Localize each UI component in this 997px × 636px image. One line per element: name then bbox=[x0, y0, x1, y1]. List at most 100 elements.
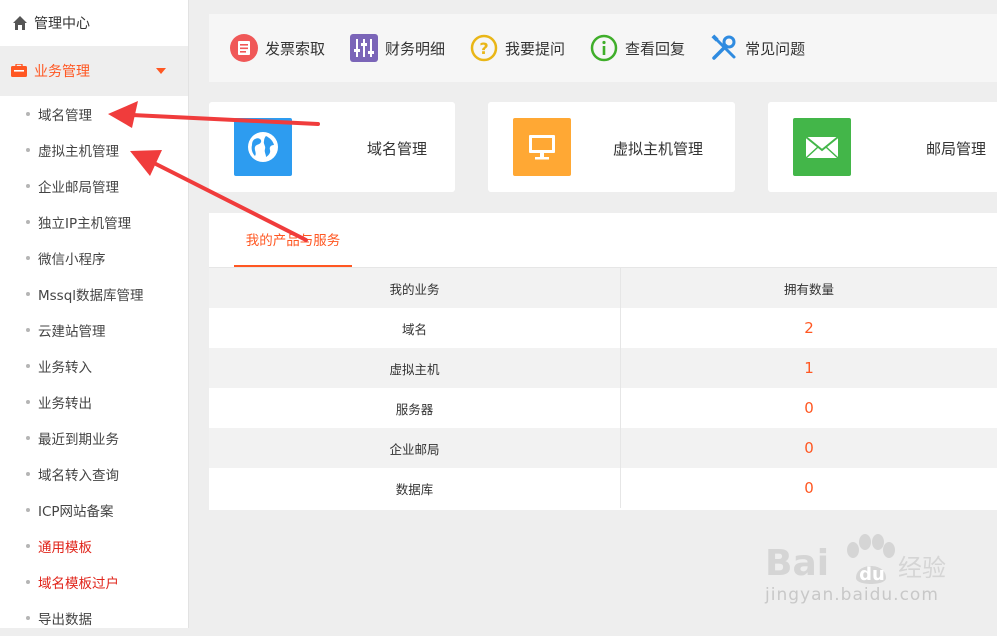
business-name-cell: 数据库 bbox=[209, 468, 621, 508]
sidebar-item-label: 业务转入 bbox=[38, 356, 92, 376]
tools-icon bbox=[709, 33, 739, 63]
business-name-cell: 企业邮局 bbox=[209, 428, 621, 468]
sidebar-item[interactable]: Mssql数据库管理 bbox=[0, 276, 188, 312]
table-row: 服务器0 bbox=[209, 388, 997, 428]
panel-tabs: 我的产品与服务 bbox=[209, 213, 997, 268]
card-label: 域名管理 bbox=[367, 138, 427, 159]
sidebar-item-label: 企业邮局管理 bbox=[38, 176, 119, 196]
sidebar-item[interactable]: 业务转入 bbox=[0, 348, 188, 384]
count-link[interactable]: 0 bbox=[621, 428, 997, 468]
sidebar-item-label: 通用模板 bbox=[38, 536, 92, 556]
sidebar-group-label: 业务管理 bbox=[34, 61, 90, 81]
bullet-dot-icon bbox=[26, 508, 30, 512]
count-link[interactable]: 0 bbox=[621, 388, 997, 428]
toolbar-label: 我要提问 bbox=[505, 38, 565, 59]
bullet-dot-icon bbox=[26, 436, 30, 440]
toolbar-view-reply[interactable]: 查看回复 bbox=[589, 33, 685, 63]
bullet-dot-icon bbox=[26, 148, 30, 152]
sidebar-item[interactable]: 业务转出 bbox=[0, 384, 188, 420]
sidebar-item[interactable]: 独立IP主机管理 bbox=[0, 204, 188, 240]
bullet-dot-icon bbox=[26, 616, 30, 620]
svg-text:?: ? bbox=[479, 39, 488, 58]
sidebar-item[interactable]: 域名管理 bbox=[0, 96, 188, 132]
count-link[interactable]: 1 bbox=[621, 348, 997, 388]
toolbar-label: 常见问题 bbox=[745, 38, 805, 59]
sidebar-item-label: 云建站管理 bbox=[38, 320, 106, 340]
sidebar: 管理中心 业务管理 域名管理虚拟主机管理企业邮局管理独立IP主机管理微信小程序 M… bbox=[0, 0, 189, 628]
toolbar-label: 财务明细 bbox=[385, 38, 445, 59]
question-icon: ? bbox=[469, 33, 499, 63]
watermark-url: jingyan.baidu.com bbox=[765, 585, 939, 605]
sidebar-item[interactable]: 最近到期业务 bbox=[0, 420, 188, 456]
briefcase-icon bbox=[10, 64, 28, 78]
bullet-dot-icon bbox=[26, 292, 30, 296]
card-domain[interactable]: 域名管理 bbox=[209, 102, 455, 192]
sidebar-item-label: 域名转入查询 bbox=[38, 464, 119, 484]
sidebar-item[interactable]: 导出数据 bbox=[0, 600, 188, 636]
sidebar-item-label: 微信小程序 bbox=[38, 248, 106, 268]
home-icon bbox=[12, 15, 28, 31]
sidebar-item[interactable]: 域名转入查询 bbox=[0, 456, 188, 492]
column-header-business: 我的业务 bbox=[209, 268, 621, 308]
sidebar-home-label: 管理中心 bbox=[34, 13, 90, 33]
count-link[interactable]: 2 bbox=[621, 308, 997, 348]
toolbar-invoice[interactable]: 发票索取 bbox=[229, 33, 325, 63]
bullet-dot-icon bbox=[26, 256, 30, 260]
bullet-dot-icon bbox=[26, 580, 30, 584]
tab-my-products[interactable]: 我的产品与服务 bbox=[234, 213, 352, 267]
svg-text:Bai: Bai bbox=[765, 543, 829, 584]
sidebar-item[interactable]: 虚拟主机管理 bbox=[0, 132, 188, 168]
finance-sliders-icon bbox=[349, 33, 379, 63]
toolbar-label: 查看回复 bbox=[625, 38, 685, 59]
sidebar-item-label: 域名模板过户 bbox=[38, 572, 119, 592]
products-panel: 我的产品与服务 我的业务 拥有数量 域名2虚拟主机1服务器0企业邮局0数据库0 bbox=[209, 213, 997, 510]
sidebar-item-label: 最近到期业务 bbox=[38, 428, 119, 448]
globe-icon bbox=[234, 118, 292, 176]
card-label: 虚拟主机管理 bbox=[613, 138, 703, 159]
sidebar-item[interactable]: 通用模板 bbox=[0, 528, 188, 564]
quick-toolbar: 发票索取 财务明细 ? 我要提问 查看回复 常见问题 bbox=[209, 14, 997, 82]
card-virtual-host[interactable]: 虚拟主机管理 bbox=[488, 102, 735, 192]
sidebar-item[interactable]: ICP网站备案 bbox=[0, 492, 188, 528]
table-header-row: 我的业务 拥有数量 bbox=[209, 268, 997, 308]
sidebar-item-label: ICP网站备案 bbox=[38, 500, 114, 520]
bullet-dot-icon bbox=[26, 364, 30, 368]
monitor-icon bbox=[513, 118, 571, 176]
sidebar-item[interactable]: 云建站管理 bbox=[0, 312, 188, 348]
sidebar-group-business[interactable]: 业务管理 bbox=[0, 46, 188, 96]
sidebar-item-label: 导出数据 bbox=[38, 608, 92, 628]
svg-text:du: du bbox=[859, 564, 885, 585]
toolbar-finance[interactable]: 财务明细 bbox=[349, 33, 445, 63]
bullet-dot-icon bbox=[26, 400, 30, 404]
bullet-dot-icon bbox=[26, 472, 30, 476]
bullet-dot-icon bbox=[26, 184, 30, 188]
table-row: 企业邮局0 bbox=[209, 428, 997, 468]
card-mail[interactable]: 邮局管理 bbox=[768, 102, 997, 192]
card-label: 邮局管理 bbox=[926, 138, 986, 159]
toolbar-label: 发票索取 bbox=[265, 38, 325, 59]
bullet-dot-icon bbox=[26, 328, 30, 332]
toolbar-question[interactable]: ? 我要提问 bbox=[469, 33, 565, 63]
bullet-dot-icon bbox=[26, 112, 30, 116]
service-cards: 域名管理 虚拟主机管理 邮局管理 bbox=[209, 102, 997, 192]
business-name-cell: 域名 bbox=[209, 308, 621, 348]
business-name-cell: 虚拟主机 bbox=[209, 348, 621, 388]
sidebar-item-label: Mssql数据库管理 bbox=[38, 284, 144, 304]
info-icon bbox=[589, 33, 619, 63]
column-header-count: 拥有数量 bbox=[621, 268, 997, 308]
table-row: 虚拟主机1 bbox=[209, 348, 997, 388]
sidebar-item-label: 独立IP主机管理 bbox=[38, 212, 131, 232]
sidebar-item[interactable]: 微信小程序 bbox=[0, 240, 188, 276]
invoice-icon bbox=[229, 33, 259, 63]
sidebar-item[interactable]: 域名模板过户 bbox=[0, 564, 188, 600]
sidebar-menu: 域名管理虚拟主机管理企业邮局管理独立IP主机管理微信小程序 Mssql数据库管理云… bbox=[0, 96, 188, 636]
sidebar-home[interactable]: 管理中心 bbox=[0, 0, 188, 46]
bullet-dot-icon bbox=[26, 220, 30, 224]
sidebar-item[interactable]: 企业邮局管理 bbox=[0, 168, 188, 204]
products-table: 我的业务 拥有数量 域名2虚拟主机1服务器0企业邮局0数据库0 bbox=[209, 268, 997, 508]
table-row: 数据库0 bbox=[209, 468, 997, 508]
toolbar-faq[interactable]: 常见问题 bbox=[709, 33, 805, 63]
count-link[interactable]: 0 bbox=[621, 468, 997, 508]
sidebar-item-label: 业务转出 bbox=[38, 392, 92, 412]
business-name-cell: 服务器 bbox=[209, 388, 621, 428]
